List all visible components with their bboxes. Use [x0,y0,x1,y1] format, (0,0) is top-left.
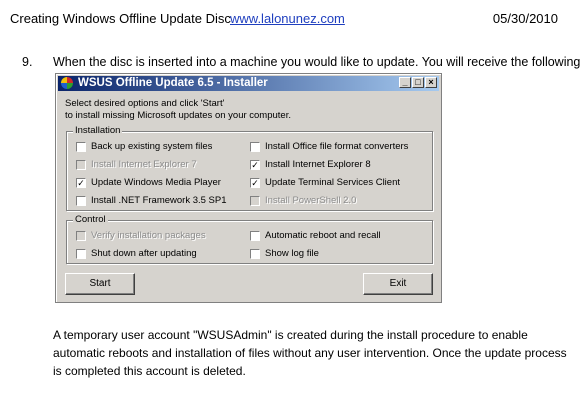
checkbox[interactable]: ✓ [76,178,86,188]
document-date: 05/30/2010 [492,11,558,26]
installer-title-bar[interactable]: WSUS Offline Update 6.5 - Installer _ □ … [58,76,439,91]
option-label: Install Internet Explorer 7 [91,159,197,170]
step-number: 9. [22,55,33,69]
option-label: Verify installation packages [91,230,206,241]
checkbox[interactable] [76,249,86,259]
document-title: Creating Windows Offline Update Disc [10,11,231,26]
checkbox[interactable] [76,196,86,206]
option-label: Shut down after updating [91,248,197,259]
installation-group-label: Installation [73,125,123,137]
explanation-paragraph: A temporary user account "WSUSAdmin" is … [53,328,567,378]
option-label: Automatic reboot and recall [265,230,381,241]
control-group: Control Verify installation packages Aut… [66,214,433,264]
checkbox[interactable] [250,249,260,259]
start-button[interactable]: Start [65,273,135,295]
wsus-app-icon [61,77,73,89]
option-label: Install Internet Explorer 8 [265,159,371,170]
maximize-button[interactable]: □ [412,77,424,88]
checkbox[interactable] [250,142,260,152]
option-label: Install PowerShell 2.0 [265,195,357,206]
option-label: Show log file [265,248,319,259]
option-label: Update Windows Media Player [91,177,221,188]
control-group-label: Control [73,214,108,226]
instructions-line-2: to install missing Microsoft updates on … [65,110,291,121]
installer-window: WSUS Offline Update 6.5 - Installer _ □ … [55,73,442,303]
step-text: When the disc is inserted into a machine… [53,55,580,69]
checkbox[interactable] [76,160,86,170]
option-label: Install Office file format converters [265,141,409,152]
installation-group: Installation Back up existing system fil… [66,125,433,211]
exit-button[interactable]: Exit [363,273,433,295]
checkbox[interactable] [76,231,86,241]
website-link[interactable]: www.lalonunez.com [230,11,345,26]
option-label: Install .NET Framework 3.5 SP1 [91,195,227,206]
installer-title: WSUS Offline Update 6.5 - Installer [78,77,268,89]
instructions-line-1: Select desired options and click 'Start' [65,98,225,109]
checkbox[interactable] [250,231,260,241]
minimize-button[interactable]: _ [399,77,411,88]
checkbox[interactable] [250,196,260,206]
close-button[interactable]: × [425,77,437,88]
checkbox[interactable]: ✓ [250,160,260,170]
option-label: Update Terminal Services Client [265,177,400,188]
option-label: Back up existing system files [91,141,213,152]
checkbox[interactable]: ✓ [250,178,260,188]
installer-instructions: Select desired options and click 'Start'… [65,98,291,122]
checkbox[interactable] [76,142,86,152]
